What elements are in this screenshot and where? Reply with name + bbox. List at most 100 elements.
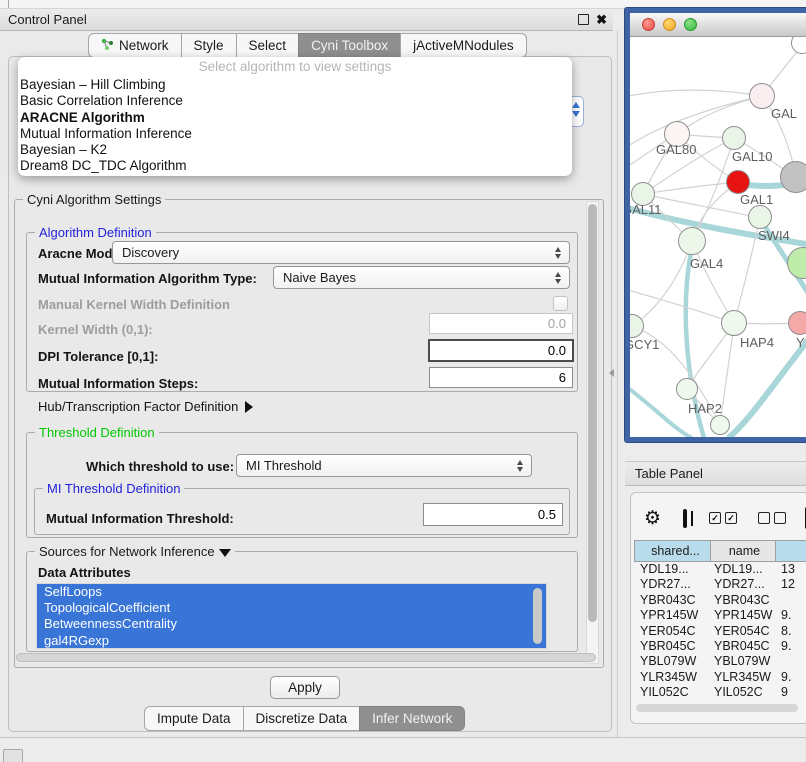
tab-label: Network xyxy=(119,38,169,53)
network-window-titlebar[interactable] xyxy=(630,13,806,37)
hub-transcription-factor-toggle[interactable]: Hub/Transcription Factor Definition xyxy=(38,399,253,414)
mi-threshold-field[interactable]: 0.5 xyxy=(423,503,563,526)
table-cell: YPR145W xyxy=(634,608,711,623)
node-label-gal11: GAL11 xyxy=(630,202,662,217)
network-canvas[interactable]: GALGAL80GAL10GAL1GAL11SWI4GAL4GCY1HAP4YH… xyxy=(630,37,806,437)
algorithm-option-aracne-algorithm[interactable]: ARACNE Algorithm xyxy=(18,110,572,126)
node-label-swi4: SWI4 xyxy=(758,228,790,243)
mi-threshold-value: 0.5 xyxy=(538,507,556,522)
table-horizontal-scrollbar[interactable] xyxy=(636,704,798,712)
cyni-algorithm-settings-title: Cyni Algorithm Settings xyxy=(23,192,165,207)
dpi-tolerance-label: DPI Tolerance [0,1]: xyxy=(38,349,158,364)
dpi-tolerance-field[interactable]: 0.0 xyxy=(428,339,574,362)
corner-button-partial[interactable] xyxy=(3,749,23,762)
tab-select[interactable]: Select xyxy=(236,33,300,58)
close-panel-icon[interactable]: ✖ xyxy=(596,13,607,26)
deselect-all-columns-icon[interactable] xyxy=(758,512,786,524)
tab-infer-network[interactable]: Infer Network xyxy=(359,706,465,731)
algorithm-option-bayesian-k2[interactable]: Bayesian – K2 xyxy=(18,142,572,158)
attribute-item-gal4rgexp[interactable]: gal4RGexp xyxy=(37,633,546,649)
tab-impute-data[interactable]: Impute Data xyxy=(144,706,244,731)
zoom-window-button[interactable] xyxy=(684,18,697,31)
table-row[interactable]: YLR345WYLR345W9. xyxy=(634,670,806,685)
checked-box-icon: ✓ xyxy=(725,512,737,524)
network-tab-icon xyxy=(101,38,114,54)
mi-steps-field[interactable]: 6 xyxy=(429,367,573,388)
table-cell: 9 xyxy=(777,685,806,700)
combo-up-arrow-icon xyxy=(572,102,580,108)
algorithm-option-dream8-dc-tdc-algorithm[interactable]: Dream8 DC_TDC Algorithm xyxy=(18,158,572,174)
table-cell: 9. xyxy=(777,608,806,623)
column-header-name[interactable]: name xyxy=(710,540,776,562)
table-row[interactable]: YDL19...YDL19...13 xyxy=(634,562,806,577)
node-label-gal10: GAL10 xyxy=(732,149,772,164)
network-view-window[interactable]: GALGAL80GAL10GAL1GAL11SWI4GAL4GCY1HAP4YH… xyxy=(625,8,806,442)
algorithm-option-basic-correlation-inference[interactable]: Basic Correlation Inference xyxy=(18,93,572,109)
apply-button[interactable]: Apply xyxy=(270,676,340,699)
table-row[interactable]: YPR145WYPR145W9. xyxy=(634,608,806,623)
table-row[interactable]: YBL079WYBL079W xyxy=(634,654,806,669)
mi-threshold-label: Mutual Information Threshold: xyxy=(46,511,234,526)
table-settings-gear-icon[interactable]: ⚙ xyxy=(644,507,661,530)
tab-network[interactable]: Network xyxy=(88,33,182,58)
algorithm-dropdown-popup: Select algorithm to view settings Bayesi… xyxy=(18,57,572,176)
unchecked-box-icon xyxy=(758,512,770,524)
node-gal4[interactable] xyxy=(678,227,706,255)
table-cell: 9. xyxy=(777,670,806,685)
table-cell: YBR043C xyxy=(634,593,711,608)
tab-label: Select xyxy=(249,38,287,53)
node-gal1[interactable] xyxy=(726,170,750,194)
attribute-item-selfloops[interactable]: SelfLoops xyxy=(37,584,546,600)
combo-up-arrow-icon xyxy=(555,272,561,277)
select-all-columns-icon[interactable]: ✓ ✓ xyxy=(709,512,737,524)
sources-title-toggle[interactable]: Sources for Network Inference xyxy=(35,544,235,559)
mi-threshold-definition-title: MI Threshold Definition xyxy=(43,481,184,496)
manual-kernel-width-checkbox[interactable] xyxy=(553,296,568,311)
tab-cyni-toolbox[interactable]: Cyni Toolbox xyxy=(298,33,401,58)
node-label-hap4: HAP4 xyxy=(740,335,774,350)
panel-resize-handle-icon[interactable] xyxy=(609,369,614,377)
algorithm-option-mutual-information-inference[interactable]: Mutual Information Inference xyxy=(18,126,572,142)
kernel-width-field[interactable]: 0.0 xyxy=(429,313,573,334)
table-row[interactable]: YER054CYER054C8. xyxy=(634,624,806,639)
close-window-button[interactable] xyxy=(642,18,655,31)
tab-jactivemnodules[interactable]: jActiveMNodules xyxy=(400,33,527,58)
tab-style[interactable]: Style xyxy=(181,33,237,58)
table-row[interactable]: YBR043CYBR043C xyxy=(634,593,806,608)
float-panel-icon[interactable] xyxy=(578,14,589,25)
column-header-shared[interactable]: shared... xyxy=(634,540,711,562)
table-row[interactable]: YDR27...YDR27...12 xyxy=(634,577,806,592)
attribute-item-betweennesscentrality[interactable]: BetweennessCentrality xyxy=(37,616,546,632)
which-threshold-combobox[interactable]: MI Threshold xyxy=(236,454,532,477)
node-hap2[interactable] xyxy=(676,378,698,400)
mi-algorithm-type-combobox[interactable]: Naive Bayes xyxy=(273,266,570,289)
table-cell xyxy=(777,654,806,669)
node-swi4[interactable] xyxy=(748,205,772,229)
column-layout-icon[interactable] xyxy=(683,509,687,528)
aracne-mode-combobox[interactable]: Discovery xyxy=(112,241,570,264)
column-header-2[interactable] xyxy=(775,540,806,562)
settings-scrollbar-thumb[interactable] xyxy=(588,204,597,622)
attribute-item-topologicalcoefficient[interactable]: TopologicalCoefficient xyxy=(37,600,546,616)
expand-right-arrow-icon xyxy=(245,401,253,413)
collapse-down-arrow-icon xyxy=(219,549,231,557)
tab-discretize-data[interactable]: Discretize Data xyxy=(243,706,361,731)
node-label-gal: GAL xyxy=(771,106,797,121)
table-row[interactable]: YBR045CYBR045C9. xyxy=(634,639,806,654)
minimize-window-button[interactable] xyxy=(663,18,676,31)
network-node[interactable] xyxy=(710,415,730,435)
node-hap4[interactable] xyxy=(721,310,747,336)
attributes-list-scrollbar[interactable] xyxy=(533,588,542,644)
algorithm-option-bayesian-hill-climbing[interactable]: Bayesian – Hill Climbing xyxy=(18,77,572,93)
table-cell: YBR045C xyxy=(634,639,711,654)
table-cell: YDL19... xyxy=(634,562,711,577)
combo-up-arrow-icon xyxy=(555,247,561,252)
network-node[interactable] xyxy=(780,161,806,193)
table-header-row: shared...name xyxy=(634,540,806,562)
settings-horizontal-scrollbar[interactable] xyxy=(16,653,596,662)
node-gal10[interactable] xyxy=(722,126,746,150)
table-row[interactable]: YIL052CYIL052C9 xyxy=(634,685,806,700)
node-label-gal80: GAL80 xyxy=(656,142,696,157)
dpi-tolerance-value: 0.0 xyxy=(548,343,566,358)
node-y[interactable] xyxy=(788,311,806,335)
